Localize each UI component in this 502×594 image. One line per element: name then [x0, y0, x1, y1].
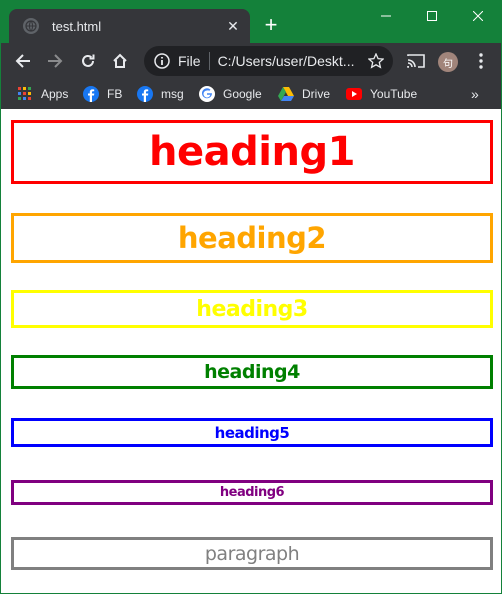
- reload-button[interactable]: [74, 47, 102, 75]
- bookmark-drive[interactable]: Drive: [278, 85, 330, 103]
- globe-icon: [23, 18, 39, 34]
- paragraph-box: paragraph: [11, 537, 493, 570]
- bookmark-label: Google: [223, 87, 262, 101]
- menu-button[interactable]: [467, 47, 495, 75]
- facebook-icon: [137, 86, 153, 102]
- facebook-icon: [83, 86, 99, 102]
- bookmark-youtube[interactable]: YouTube: [346, 85, 417, 103]
- new-tab-button[interactable]: +: [260, 14, 282, 37]
- bookmarks-bar: Apps FB msg Google Drive YouTube »: [1, 79, 501, 109]
- title-bar: test.html ✕ +: [1, 1, 501, 43]
- kebab-menu-icon: [479, 53, 483, 69]
- home-button[interactable]: [106, 47, 134, 75]
- toolbar: File C:/Users/user/Deskt... 句: [1, 43, 501, 79]
- heading3-box: heading3: [11, 290, 493, 328]
- youtube-icon: [346, 86, 362, 102]
- bookmark-label: msg: [161, 87, 184, 101]
- heading6-box: heading6: [11, 480, 493, 505]
- bookmark-fb[interactable]: FB: [83, 85, 122, 103]
- reload-icon: [82, 54, 95, 67]
- browser-window: test.html ✕ + File C:/Users/user/Deskt..…: [0, 0, 502, 594]
- home-icon: [113, 53, 127, 68]
- forward-button[interactable]: [41, 47, 69, 75]
- heading4-box: heading4: [11, 355, 493, 389]
- arrow-left-icon: [15, 54, 30, 68]
- tab-test-html[interactable]: test.html ✕: [9, 9, 250, 43]
- address-bar[interactable]: File C:/Users/user/Deskt...: [144, 46, 393, 76]
- apps-grid-icon: [17, 86, 33, 102]
- heading2-box: heading2: [11, 213, 493, 263]
- url-text[interactable]: C:/Users/user/Deskt...: [218, 53, 368, 69]
- url-separator: [208, 52, 210, 70]
- bookmark-google[interactable]: Google: [199, 85, 262, 103]
- bookmark-label: YouTube: [370, 87, 418, 101]
- bookmark-label: Apps: [41, 87, 69, 101]
- arrow-right-icon: [48, 54, 63, 68]
- tab-title: test.html: [52, 18, 102, 34]
- bookmarks-overflow-button[interactable]: »: [471, 86, 479, 102]
- window-close-button[interactable]: [455, 1, 501, 31]
- bookmark-msg[interactable]: msg: [137, 85, 184, 103]
- cast-button[interactable]: [402, 47, 430, 75]
- bookmark-apps[interactable]: Apps: [17, 85, 68, 103]
- heading5-box: heading5: [11, 418, 493, 447]
- minimize-button[interactable]: [363, 1, 409, 31]
- maximize-button[interactable]: [409, 1, 455, 31]
- cast-icon: [407, 54, 425, 68]
- bookmark-label: Drive: [302, 87, 331, 101]
- drive-icon: [278, 86, 294, 102]
- google-icon: [199, 86, 215, 102]
- star-icon[interactable]: [367, 52, 385, 70]
- back-button[interactable]: [9, 47, 37, 75]
- page-content: heading1 heading2 heading3 heading4 head…: [1, 109, 501, 593]
- info-icon[interactable]: [154, 53, 170, 69]
- profile-avatar[interactable]: 句: [438, 52, 458, 72]
- heading1-box: heading1: [11, 120, 493, 184]
- bookmark-label: FB: [107, 87, 123, 101]
- url-scheme-label: File: [178, 53, 201, 69]
- close-icon[interactable]: ✕: [224, 17, 242, 35]
